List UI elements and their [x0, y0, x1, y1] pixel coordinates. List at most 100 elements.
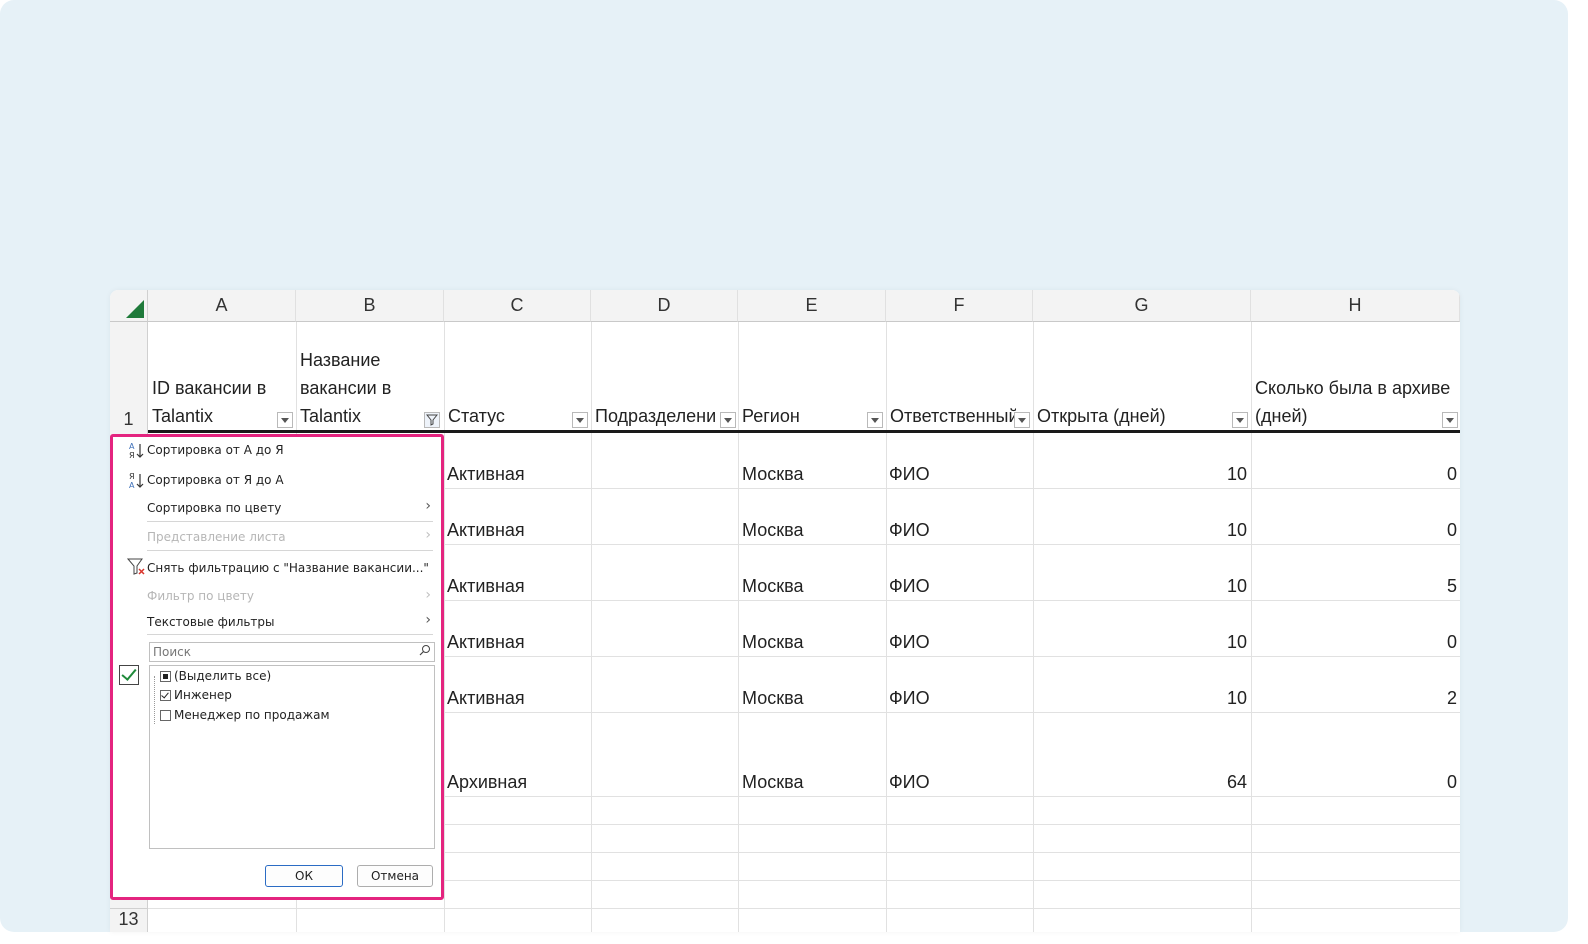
filter-by-color-item: Фильтр по цвету [147, 589, 255, 603]
cell-region[interactable]: Москва [742, 576, 803, 597]
cancel-button[interactable]: Отмена [357, 865, 433, 887]
chevron-down-icon [576, 417, 584, 423]
cell-open-days[interactable]: 10 [1033, 464, 1247, 485]
header-cell-archive-days[interactable]: Сколько была в архиве (дней) [1251, 322, 1460, 430]
cell-open-days[interactable]: 64 [1033, 772, 1247, 793]
cell-archive-days[interactable]: 0 [1251, 632, 1457, 653]
row-header-13[interactable]: 13 [110, 908, 148, 932]
filter-dropdown-button-h[interactable] [1442, 412, 1458, 428]
header-cell-open-days[interactable]: Открыта (дней) [1033, 322, 1251, 430]
sheet-view-item: Представление листа [147, 530, 286, 544]
cell-archive-days[interactable]: 5 [1251, 576, 1457, 597]
menu-separator [147, 521, 433, 522]
column-header-e[interactable]: E [738, 290, 886, 322]
chevron-right-icon: › [425, 587, 431, 603]
filter-value-sales-manager[interactable]: Менеджер по продажам [174, 708, 330, 722]
svg-text:А: А [129, 442, 135, 451]
filter-dropdown-button-b[interactable] [424, 412, 440, 428]
header-cell-status[interactable]: Статус [444, 322, 591, 430]
chevron-right-icon: › [425, 612, 431, 628]
cell-open-days[interactable]: 10 [1033, 576, 1247, 597]
text-filters-item[interactable]: Текстовые фильтры [147, 615, 275, 629]
cell-open-days[interactable]: 10 [1033, 688, 1247, 709]
sort-by-color-item[interactable]: Сортировка по цвету [147, 501, 281, 515]
column-header-a[interactable]: A [148, 290, 296, 322]
sort-ascending-item[interactable]: Сортировка от А до Я [147, 443, 284, 457]
row-header-1[interactable]: 1 [110, 322, 148, 432]
menu-separator [147, 634, 433, 635]
svg-text:Я: Я [129, 472, 135, 481]
column-header-d[interactable]: D [591, 290, 738, 322]
filter-dropdown-button-e[interactable] [867, 412, 883, 428]
cell-open-days[interactable]: 10 [1033, 520, 1247, 541]
header-cell-department[interactable]: Подразделени [591, 322, 721, 430]
svg-text:А: А [129, 481, 135, 490]
svg-text:Я: Я [129, 451, 135, 460]
filter-values-list: (Выделить все) Инженер Менеджер по прода… [149, 665, 435, 849]
header-cell-owner[interactable]: Ответственный [886, 322, 1016, 430]
cell-region[interactable]: Москва [742, 688, 803, 709]
header-bottom-border [148, 430, 1460, 433]
filter-dropdown-button-f[interactable] [1014, 412, 1030, 428]
cell-region[interactable]: Москва [742, 632, 803, 653]
select-all-checkbox[interactable] [160, 671, 171, 682]
header-cell-name[interactable]: Название вакансии в Talantix [296, 322, 444, 430]
filter-value-select-all[interactable]: (Выделить все) [174, 669, 271, 683]
column-header-f[interactable]: F [886, 290, 1033, 322]
sort-descending-item[interactable]: Сортировка от Я до А [147, 473, 284, 487]
cell-region[interactable]: Москва [742, 520, 803, 541]
cell-owner[interactable]: ФИО [889, 772, 930, 793]
chevron-down-icon [281, 417, 289, 423]
cell-archive-days[interactable]: 0 [1251, 520, 1457, 541]
filter-dropdown-button-d[interactable] [720, 412, 736, 428]
chevron-down-icon [1018, 417, 1026, 423]
sort-descending-icon: ЯА [127, 471, 147, 491]
column-header-h[interactable]: H [1251, 290, 1460, 322]
search-icon [419, 645, 430, 656]
clear-filter-item[interactable]: Снять фильтрацию с "Название вакансии...… [147, 561, 429, 575]
column-header-c[interactable]: C [444, 290, 591, 322]
cell-status[interactable]: Активная [447, 576, 525, 597]
sort-ascending-icon: АЯ [127, 441, 147, 461]
chevron-right-icon: › [425, 498, 431, 514]
select-all-corner[interactable] [110, 290, 148, 322]
cell-archive-days[interactable]: 2 [1251, 688, 1457, 709]
column-header-b[interactable]: B [296, 290, 444, 322]
cell-status[interactable]: Активная [447, 688, 525, 709]
engineer-checkbox[interactable] [160, 690, 171, 701]
grid-line [148, 908, 1460, 909]
cell-region[interactable]: Москва [742, 772, 803, 793]
ok-button[interactable]: ОК [265, 865, 343, 887]
header-cell-region[interactable]: Регион [738, 322, 886, 430]
menu-separator [147, 550, 433, 551]
search-placeholder: Поиск [153, 645, 192, 659]
cell-open-days[interactable]: 10 [1033, 632, 1247, 653]
select-all-icon [126, 300, 144, 318]
filter-dropdown-button-g[interactable] [1232, 412, 1248, 428]
sales-manager-checkbox[interactable] [160, 710, 171, 721]
search-input[interactable]: Поиск [149, 642, 435, 662]
cell-region[interactable]: Москва [742, 464, 803, 485]
filter-dropdown-button-c[interactable] [572, 412, 588, 428]
cell-status[interactable]: Архивная [447, 772, 527, 793]
filter-dropdown-button-a[interactable] [277, 412, 293, 428]
cell-archive-days[interactable]: 0 [1251, 464, 1457, 485]
filter-value-engineer[interactable]: Инженер [174, 688, 232, 702]
cell-archive-days[interactable]: 0 [1251, 772, 1457, 793]
header-cell-id[interactable]: ID вакансии в Talantix [148, 322, 296, 430]
filter-active-icon [426, 414, 438, 426]
cell-owner[interactable]: ФИО [889, 520, 930, 541]
cell-status[interactable]: Активная [447, 520, 525, 541]
filter-dropdown-menu: АЯ Сортировка от А до Я ЯА Сортировка от… [110, 434, 444, 900]
cell-owner[interactable]: ФИО [889, 464, 930, 485]
cell-status[interactable]: Активная [447, 464, 525, 485]
column-header-g[interactable]: G [1033, 290, 1251, 322]
chevron-down-icon [871, 417, 879, 423]
cell-owner[interactable]: ФИО [889, 688, 930, 709]
select-all-checkbox-icon[interactable] [119, 665, 139, 685]
chevron-down-icon [724, 417, 732, 423]
chevron-down-icon [1236, 417, 1244, 423]
cell-owner[interactable]: ФИО [889, 576, 930, 597]
cell-owner[interactable]: ФИО [889, 632, 930, 653]
cell-status[interactable]: Активная [447, 632, 525, 653]
